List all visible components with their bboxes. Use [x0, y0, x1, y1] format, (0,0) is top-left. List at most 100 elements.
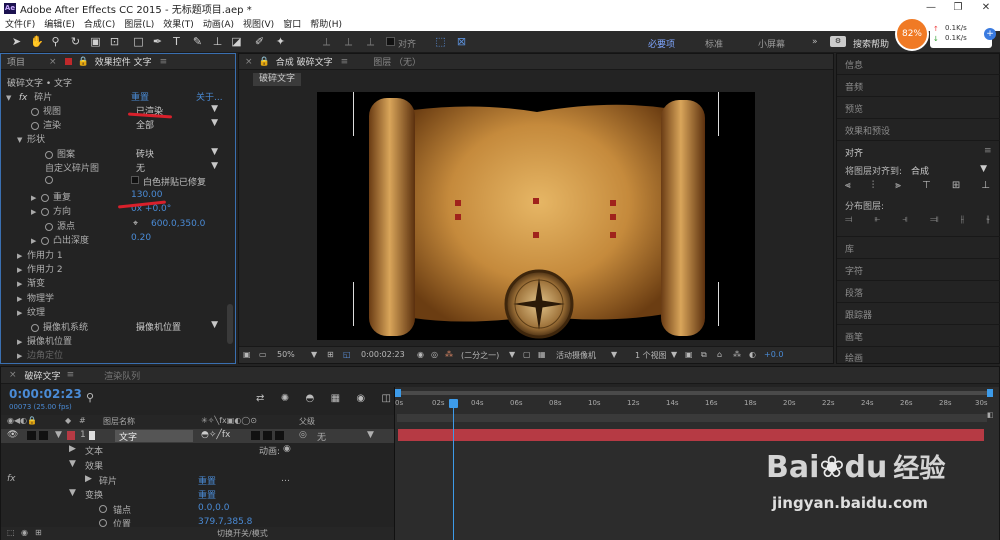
- comp-subtab[interactable]: 破碎文字: [253, 73, 302, 86]
- layer-label-color[interactable]: [67, 431, 75, 440]
- axis-view-icon[interactable]: ⟂: [364, 35, 377, 48]
- zoom-dropdown-icon[interactable]: ▼: [311, 350, 317, 359]
- mask-visibility-icon[interactable]: ◱: [343, 350, 351, 359]
- tab-layer[interactable]: 图层 （无）: [373, 55, 421, 68]
- menu-layer[interactable]: 图层(L): [124, 17, 154, 30]
- close-tab-icon[interactable]: ×: [49, 57, 57, 67]
- selection-tool-icon[interactable]: ➤: [10, 35, 23, 48]
- menu-help[interactable]: 帮助(H): [310, 17, 342, 30]
- clone-stamp-tool-icon[interactable]: ⊥: [211, 35, 224, 48]
- align-top-icon[interactable]: ⊤: [922, 180, 931, 191]
- panel-lock-icon[interactable]: 🔒: [78, 57, 89, 67]
- collapse-arrow-icon[interactable]: ▼: [6, 94, 16, 102]
- distribute-bottom-icon[interactable]: ⫣: [902, 214, 908, 225]
- shatter-reset-link[interactable]: 重置: [198, 474, 216, 487]
- panel-audio[interactable]: 音频: [845, 80, 863, 93]
- tab-effect-controls[interactable]: 效果控件 文字: [95, 55, 152, 68]
- modes-pane-icon[interactable]: ◉: [21, 528, 28, 537]
- show-snapshot-icon[interactable]: ◎: [431, 350, 438, 359]
- menu-window[interactable]: 窗口: [283, 17, 301, 30]
- toggle-switches-modes[interactable]: 切换开关/模式: [217, 528, 268, 539]
- timeline-icon[interactable]: ⌂: [717, 350, 722, 359]
- expand-arrow-icon[interactable]: ▶: [69, 444, 76, 454]
- switch-box[interactable]: [275, 431, 284, 440]
- stopwatch-icon[interactable]: [41, 236, 49, 245]
- crosshair-icon[interactable]: ⌖: [133, 219, 138, 229]
- layer-switches-pane-icon[interactable]: ⬚: [7, 528, 15, 537]
- extrusion-value[interactable]: 0.20: [131, 233, 151, 243]
- minimize-icon[interactable]: —: [917, 0, 945, 16]
- prop-camera-position-label[interactable]: 摄像机位置: [27, 337, 72, 347]
- align-to-dropdown[interactable]: 合成 ▼: [911, 164, 987, 177]
- anchor-point-value[interactable]: 0.0,0.0: [198, 503, 230, 513]
- panel-align-title[interactable]: 对齐: [845, 146, 863, 159]
- more-workspaces-icon[interactable]: »: [812, 37, 818, 47]
- sync-settings-icon[interactable]: ⚙: [830, 36, 846, 47]
- rectangle-tool-icon[interactable]: □: [132, 35, 145, 48]
- position-value[interactable]: 379.7,385.8: [198, 517, 252, 527]
- panel-menu-icon[interactable]: ≡: [67, 370, 75, 380]
- add-icon[interactable]: +: [984, 28, 996, 40]
- expand-arrow-icon[interactable]: ▶: [31, 208, 41, 216]
- workspace-essentials[interactable]: 必要项: [648, 37, 675, 50]
- camera-system-dropdown[interactable]: 摄像机位置 ▼: [136, 320, 218, 333]
- distribute-left-icon[interactable]: ⫥: [930, 214, 939, 225]
- toggle-pixel-aspect-icon[interactable]: ▣: [685, 350, 693, 359]
- camera-dropdown-icon[interactable]: ▼: [611, 350, 617, 359]
- current-time[interactable]: 0:00:02:23: [361, 350, 405, 359]
- eraser-tool-icon[interactable]: ◪: [230, 35, 243, 48]
- layer-switches-icon[interactable]: ◓✧╱fx: [201, 430, 230, 440]
- workspace-standard[interactable]: 标准: [705, 37, 723, 50]
- always-preview-icon[interactable]: ▣: [243, 350, 251, 359]
- expand-arrow-icon[interactable]: ▶: [17, 352, 27, 360]
- panel-library[interactable]: 库: [845, 242, 854, 255]
- visibility-eye-icon[interactable]: 👁: [7, 430, 18, 440]
- snap-checkbox[interactable]: [386, 37, 395, 46]
- animate-menu-icon[interactable]: ◉: [283, 444, 291, 454]
- origin-value[interactable]: 600.0,350.0: [151, 219, 205, 229]
- layer-name[interactable]: 文字: [115, 430, 193, 443]
- menu-edit[interactable]: 编辑(E): [44, 17, 75, 30]
- stopwatch-icon[interactable]: [31, 107, 39, 116]
- panel-menu-icon[interactable]: ≡: [341, 57, 349, 67]
- stopwatch-icon[interactable]: [41, 193, 49, 202]
- expand-arrow-icon[interactable]: ▶: [17, 309, 27, 317]
- camera-tool-icon[interactable]: ▣: [89, 35, 102, 48]
- axis-local-icon[interactable]: ⟂: [320, 35, 333, 48]
- stopwatch-icon[interactable]: [45, 222, 53, 231]
- navigator-bar[interactable]: [397, 414, 987, 422]
- work-area-end-handle[interactable]: [987, 389, 993, 397]
- parent-dropdown[interactable]: 无: [317, 430, 326, 443]
- motion-blur-icon[interactable]: ◉: [356, 393, 365, 404]
- roto-brush-tool-icon[interactable]: ✐: [253, 35, 266, 48]
- align-h-center-icon[interactable]: ⫶: [872, 180, 875, 191]
- panel-menu-icon[interactable]: ≡: [160, 57, 168, 67]
- network-speed-widget[interactable]: 82%: [895, 17, 929, 51]
- search-help-field[interactable]: 搜索帮助: [853, 37, 889, 50]
- stopwatch-icon[interactable]: [45, 175, 53, 184]
- pen-tool-icon[interactable]: ✒: [151, 35, 164, 48]
- shy-layers-icon[interactable]: ◓: [306, 393, 315, 404]
- zoom-level[interactable]: 50%: [277, 350, 295, 359]
- switch-box[interactable]: [251, 431, 260, 440]
- resolution-dropdown[interactable]: (二分之一): [461, 350, 499, 361]
- close-tab-icon[interactable]: ×: [9, 370, 17, 380]
- snap-edges-icon[interactable]: ⊠: [455, 35, 468, 48]
- transform-reset-link[interactable]: 重置: [198, 488, 216, 501]
- stopwatch-icon[interactable]: [31, 121, 39, 130]
- transparency-grid-icon[interactable]: ▦: [538, 350, 546, 359]
- in-out-pane-icon[interactable]: ⊞: [35, 528, 42, 537]
- panel-info[interactable]: 信息: [845, 58, 863, 71]
- workspace-small-screen[interactable]: 小屏幕: [758, 37, 785, 50]
- panel-paragraph[interactable]: 段落: [845, 286, 863, 299]
- tab-composition[interactable]: 合成 破碎文字: [276, 55, 333, 68]
- color-channels-icon[interactable]: ⁂: [445, 350, 453, 359]
- snap-option-icon[interactable]: ⬚: [434, 35, 447, 48]
- menu-effect[interactable]: 效果(T): [163, 17, 194, 30]
- panel-preview[interactable]: 预览: [845, 102, 863, 115]
- draft-3d-icon[interactable]: ✺: [281, 393, 289, 404]
- parent-dropdown-icon[interactable]: ▼: [367, 430, 374, 440]
- restore-icon[interactable]: ❐: [944, 0, 972, 16]
- close-icon[interactable]: ✕: [972, 0, 1000, 16]
- expand-arrow-icon[interactable]: ▶: [31, 237, 41, 245]
